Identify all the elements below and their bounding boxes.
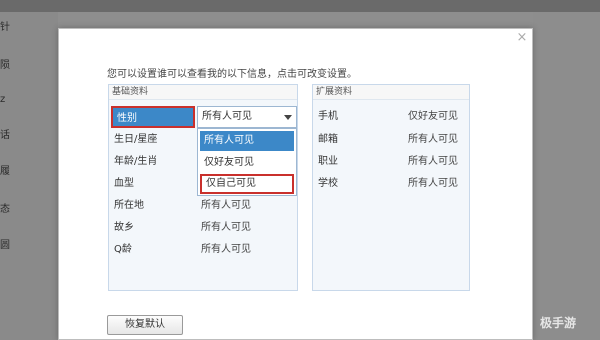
basic-info-panel: 基础资料 性别 所有人可见 生日/星座 年龄/生肖 血型 所在地 所有人可见 故… [108, 84, 298, 291]
row-value: 所有人可见 [408, 156, 458, 167]
dialog-hint: 您可以设置谁可以查看我的以下信息，点击可改变设置。 [107, 69, 357, 80]
row-label: 所在地 [114, 200, 144, 211]
row-label: 手机 [318, 111, 338, 122]
watermark: 极手游 [540, 316, 577, 330]
list-item-qq-age[interactable]: Q龄 所有人可见 [109, 239, 297, 261]
row-label: 年龄/生肖 [114, 156, 158, 167]
background-page-right [533, 12, 600, 340]
list-item-hometown[interactable]: 故乡 所有人可见 [109, 217, 297, 239]
background-page-left: 针 陨 z 话 履 态 圆 [0, 12, 58, 340]
row-label: 生日/星座 [114, 134, 158, 145]
background-text: 履 [0, 166, 10, 177]
row-label: Q龄 [114, 244, 132, 255]
list-item-occupation[interactable]: 职业 所有人可见 [313, 151, 469, 173]
basic-info-title: 基础资料 [109, 85, 297, 100]
chevron-down-icon [284, 115, 292, 120]
row-value: 所有人可见 [408, 178, 458, 189]
row-label: 故乡 [114, 222, 134, 233]
select-value: 所有人可见 [202, 111, 252, 122]
list-item-location[interactable]: 所在地 所有人可见 [109, 195, 297, 217]
row-value: 所有人可见 [201, 244, 251, 255]
row-label: 邮箱 [318, 134, 338, 145]
list-item-email[interactable]: 邮箱 所有人可见 [313, 129, 469, 151]
extended-info-title: 扩展资料 [313, 85, 469, 100]
row-label: 职业 [318, 156, 338, 167]
gender-visibility-select[interactable]: 所有人可见 [197, 106, 297, 128]
list-item-school[interactable]: 学校 所有人可见 [313, 173, 469, 195]
option-friends-only[interactable]: 仅好友可见 [200, 153, 294, 173]
row-value: 所有人可见 [408, 134, 458, 145]
background-text: 态 [0, 204, 10, 215]
row-value: 仅好友可见 [408, 111, 458, 122]
background-text: z [0, 94, 6, 105]
background-text: 话 [0, 130, 10, 141]
privacy-settings-dialog: × 您可以设置谁可以查看我的以下信息，点击可改变设置。 基础资料 性别 所有人可… [58, 28, 533, 340]
option-everyone[interactable]: 所有人可见 [200, 131, 294, 151]
background-text: 陨 [0, 60, 10, 71]
visibility-dropdown: 所有人可见 仅好友可见 仅自己可见 [197, 128, 297, 196]
background-text: 针 [0, 22, 10, 33]
extended-info-panel: 扩展资料 手机 仅好友可见 邮箱 所有人可见 职业 所有人可见 学校 所有人可见 [312, 84, 470, 291]
row-value: 所有人可见 [201, 222, 251, 233]
background-text: 圆 [0, 240, 10, 251]
row-value: 所有人可见 [201, 200, 251, 211]
window-top-bar [0, 0, 600, 12]
row-label: 血型 [114, 178, 134, 189]
restore-defaults-button[interactable]: 恢复默认 [107, 315, 183, 335]
close-icon[interactable]: × [515, 31, 529, 45]
list-item-phone[interactable]: 手机 仅好友可见 [313, 106, 469, 128]
option-only-me[interactable]: 仅自己可见 [200, 174, 294, 194]
gender-row-label[interactable]: 性别 [111, 106, 195, 128]
row-label: 学校 [318, 178, 338, 189]
